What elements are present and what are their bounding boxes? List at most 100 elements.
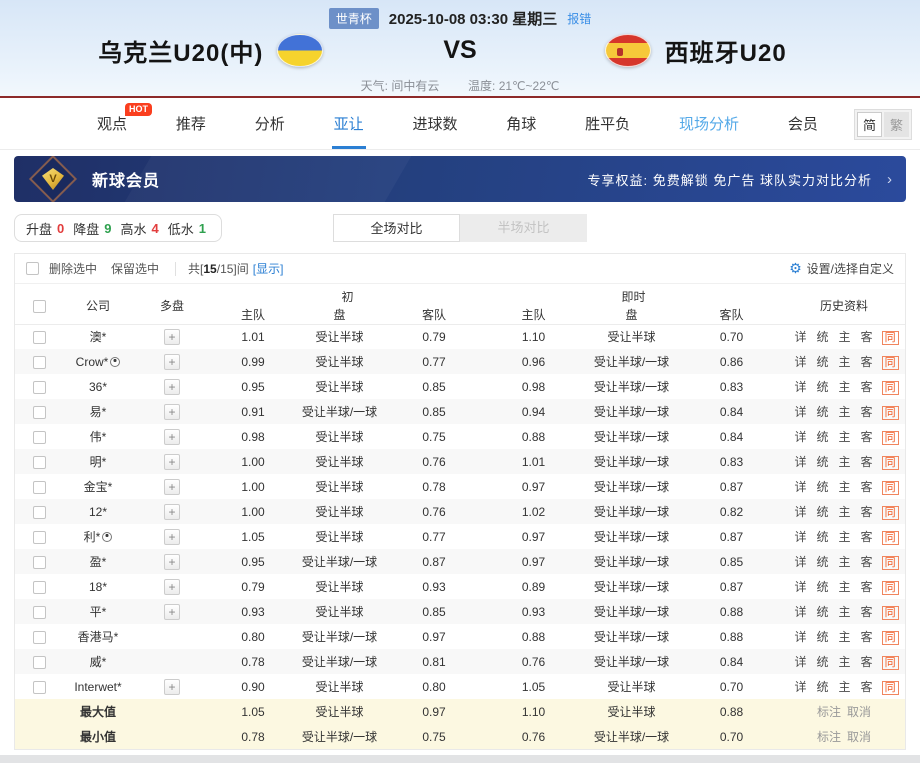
history-link[interactable]: 统: [817, 505, 829, 519]
row-checkbox[interactable]: [33, 381, 46, 394]
same-odds-link[interactable]: 同: [882, 581, 899, 595]
history-link[interactable]: 详: [795, 530, 807, 544]
history-link[interactable]: 客: [861, 530, 873, 544]
history-link[interactable]: 详: [795, 680, 807, 694]
history-link[interactable]: 详: [795, 355, 807, 369]
expand-odds-button[interactable]: +: [164, 679, 180, 695]
history-link[interactable]: 主: [839, 455, 851, 469]
row-checkbox[interactable]: [33, 431, 46, 444]
history-link[interactable]: 详: [795, 405, 807, 419]
expand-odds-button[interactable]: +: [164, 429, 180, 445]
same-odds-link[interactable]: 同: [882, 431, 899, 445]
history-link[interactable]: 主: [839, 505, 851, 519]
history-link[interactable]: 客: [861, 430, 873, 444]
history-link[interactable]: 客: [861, 455, 873, 469]
history-link[interactable]: 客: [861, 605, 873, 619]
history-link[interactable]: 主: [839, 555, 851, 569]
history-link[interactable]: 主: [839, 405, 851, 419]
history-link[interactable]: 客: [861, 405, 873, 419]
tab-halftime-compare[interactable]: 半场对比: [460, 214, 587, 242]
delete-selected-link[interactable]: 删除选中: [49, 260, 97, 277]
history-link[interactable]: 主: [839, 355, 851, 369]
history-link[interactable]: 主: [839, 605, 851, 619]
history-link[interactable]: 主: [839, 330, 851, 344]
row-checkbox[interactable]: [33, 631, 46, 644]
same-odds-link[interactable]: 同: [882, 331, 899, 345]
history-link[interactable]: 客: [861, 630, 873, 644]
history-link[interactable]: 统: [817, 405, 829, 419]
expand-odds-button[interactable]: +: [164, 454, 180, 470]
same-odds-link[interactable]: 同: [882, 681, 899, 695]
history-link[interactable]: 统: [817, 680, 829, 694]
same-odds-link[interactable]: 同: [882, 531, 899, 545]
history-link[interactable]: 统: [817, 330, 829, 344]
same-odds-link[interactable]: 同: [882, 381, 899, 395]
history-link[interactable]: 主: [839, 530, 851, 544]
tab-live-analysis[interactable]: 现场分析: [677, 98, 741, 149]
history-link[interactable]: 详: [795, 505, 807, 519]
expand-odds-button[interactable]: +: [164, 329, 180, 345]
expand-odds-button[interactable]: +: [164, 604, 180, 620]
history-link[interactable]: 详: [795, 480, 807, 494]
tab-goals[interactable]: 进球数: [410, 98, 459, 149]
select-all-checkbox[interactable]: [33, 300, 46, 313]
summary-action-link[interactable]: 取消: [847, 730, 871, 744]
history-link[interactable]: 统: [817, 530, 829, 544]
history-link[interactable]: 客: [861, 355, 873, 369]
history-link[interactable]: 客: [861, 480, 873, 494]
keep-selected-link[interactable]: 保留选中: [111, 260, 159, 277]
history-link[interactable]: 统: [817, 605, 829, 619]
summary-action-link[interactable]: 标注: [817, 730, 841, 744]
same-odds-link[interactable]: 同: [882, 606, 899, 620]
traditional-chinese-button[interactable]: 繁: [884, 112, 909, 137]
row-checkbox[interactable]: [33, 556, 46, 569]
history-link[interactable]: 客: [861, 505, 873, 519]
expand-odds-button[interactable]: +: [164, 554, 180, 570]
row-checkbox[interactable]: [33, 656, 46, 669]
history-link[interactable]: 详: [795, 380, 807, 394]
history-link[interactable]: 主: [839, 655, 851, 669]
history-link[interactable]: 主: [839, 580, 851, 594]
row-checkbox[interactable]: [33, 606, 46, 619]
row-checkbox[interactable]: [33, 356, 46, 369]
same-odds-link[interactable]: 同: [882, 506, 899, 520]
history-link[interactable]: 详: [795, 580, 807, 594]
history-link[interactable]: 主: [839, 630, 851, 644]
row-checkbox[interactable]: [33, 681, 46, 694]
expand-odds-button[interactable]: +: [164, 404, 180, 420]
history-link[interactable]: 详: [795, 630, 807, 644]
row-checkbox[interactable]: [33, 331, 46, 344]
expand-odds-button[interactable]: +: [164, 379, 180, 395]
settings-customize-button[interactable]: ⚙ 设置/选择自定义: [789, 260, 894, 277]
same-odds-link[interactable]: 同: [882, 406, 899, 420]
history-link[interactable]: 客: [861, 655, 873, 669]
summary-action-link[interactable]: 取消: [847, 705, 871, 719]
show-link[interactable]: [显示]: [253, 260, 284, 277]
same-odds-link[interactable]: 同: [882, 481, 899, 495]
row-checkbox[interactable]: [33, 581, 46, 594]
same-odds-link[interactable]: 同: [882, 631, 899, 645]
expand-odds-button[interactable]: +: [164, 504, 180, 520]
history-link[interactable]: 统: [817, 480, 829, 494]
history-link[interactable]: 主: [839, 680, 851, 694]
expand-odds-button[interactable]: +: [164, 579, 180, 595]
history-link[interactable]: 主: [839, 380, 851, 394]
expand-odds-button[interactable]: +: [164, 529, 180, 545]
same-odds-link[interactable]: 同: [882, 656, 899, 670]
tab-analysis[interactable]: 分析: [253, 98, 287, 149]
summary-action-link[interactable]: 标注: [817, 705, 841, 719]
row-checkbox[interactable]: [33, 456, 46, 469]
simplified-chinese-button[interactable]: 简: [857, 112, 882, 137]
tab-viewpoint[interactable]: 观点 HOT: [95, 98, 129, 149]
row-checkbox[interactable]: [33, 531, 46, 544]
tab-member[interactable]: 会员: [786, 98, 820, 149]
history-link[interactable]: 统: [817, 455, 829, 469]
history-link[interactable]: 统: [817, 380, 829, 394]
history-link[interactable]: 统: [817, 555, 829, 569]
history-link[interactable]: 统: [817, 630, 829, 644]
select-all-toolbar-checkbox[interactable]: [26, 262, 39, 275]
row-checkbox[interactable]: [33, 406, 46, 419]
vip-member-banner[interactable]: V 新球会员 专享权益: 免费解锁 免广告 球队实力对比分析 ›: [14, 156, 906, 202]
history-link[interactable]: 统: [817, 580, 829, 594]
history-link[interactable]: 统: [817, 430, 829, 444]
